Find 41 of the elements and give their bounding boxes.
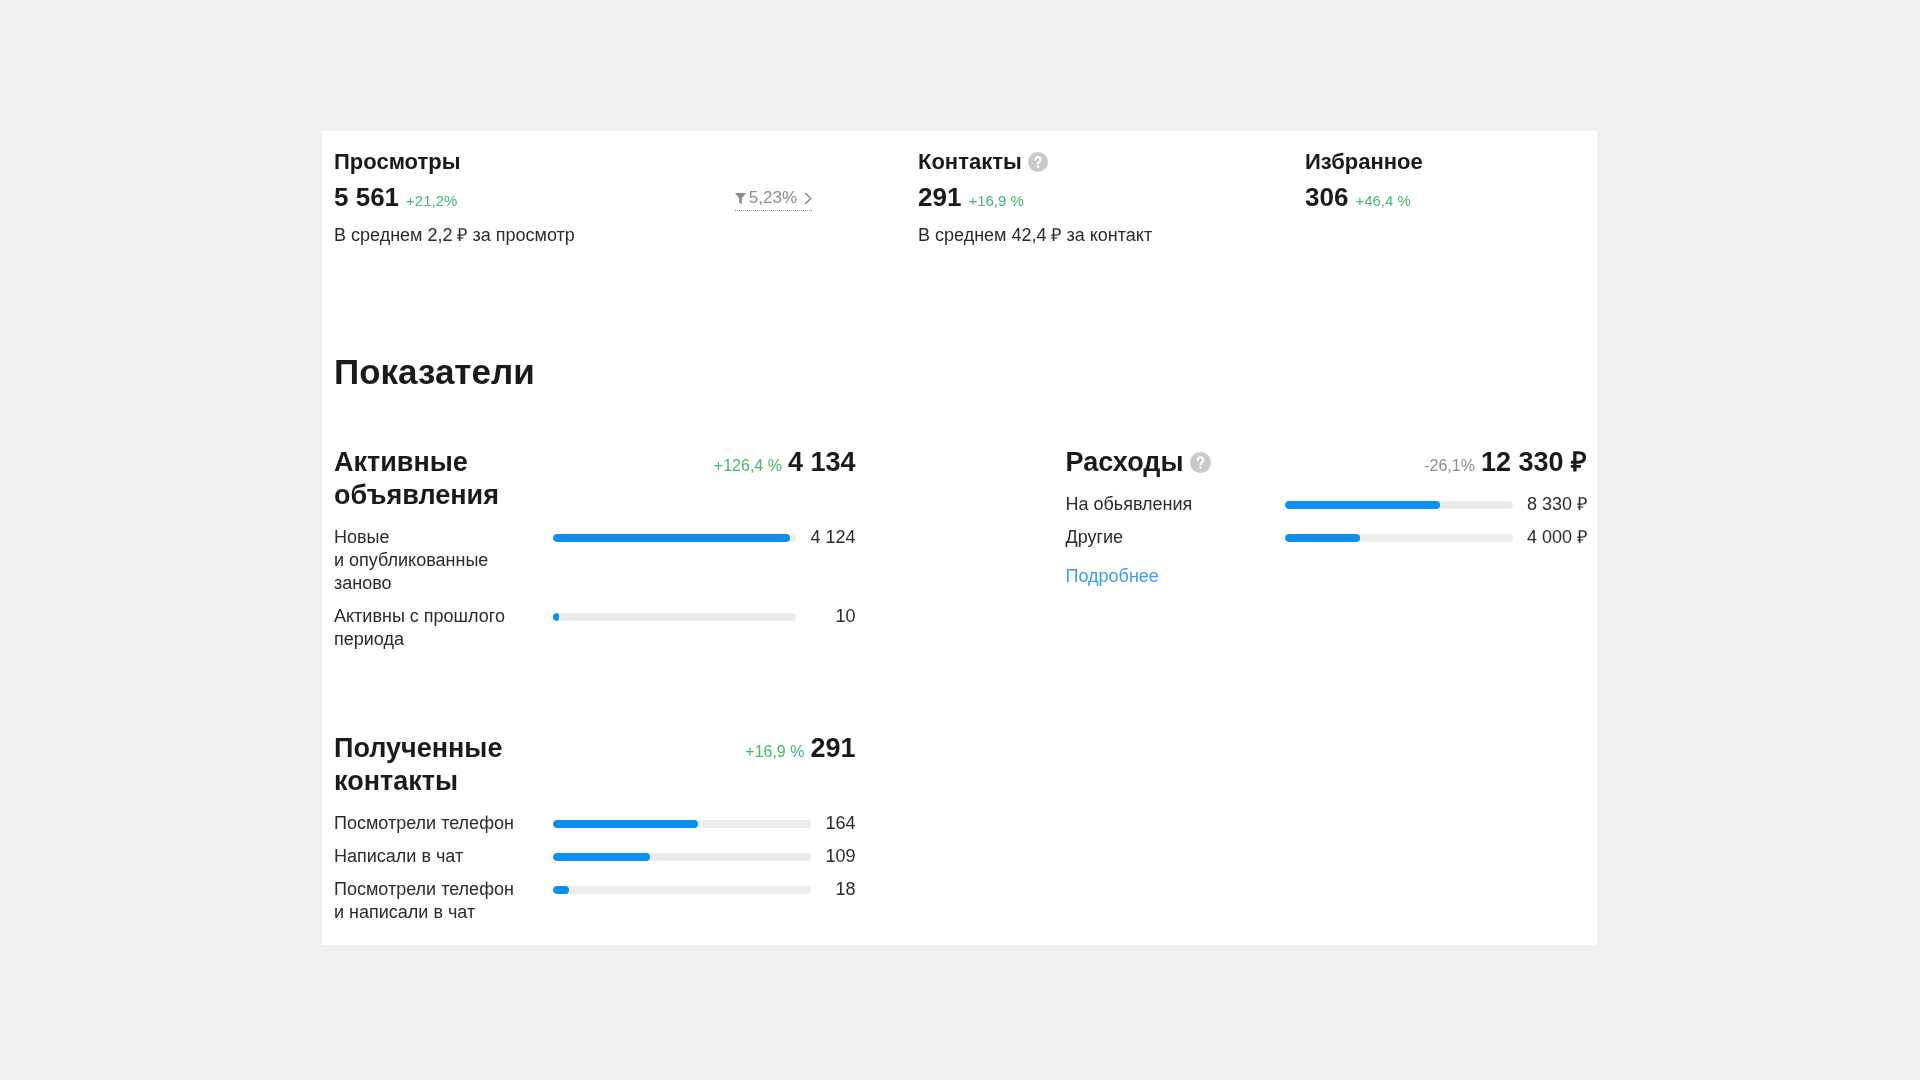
- row-label: На обьявления: [1065, 493, 1193, 516]
- conversion-button[interactable]: 5,23%: [734, 187, 812, 211]
- row-value: 4 000 ₽: [1526, 526, 1587, 549]
- metric-change: +46,4 %: [1355, 191, 1411, 211]
- chevron-icon: [804, 191, 812, 205]
- metric-value: 5 561: [334, 181, 400, 213]
- row-label: Другие: [1065, 526, 1124, 549]
- metric-title: Просмотры: [334, 149, 461, 175]
- row-value: 109: [825, 845, 856, 868]
- panel-change: +16,9 %: [745, 743, 805, 761]
- row-label: Посмотрели телефон и написали в чат: [334, 878, 515, 924]
- panel-title: Активные объявления: [334, 446, 500, 512]
- row-value: 164: [825, 812, 856, 835]
- panel-title: Полученные контакты: [334, 732, 504, 798]
- metric-title: Избранное: [1305, 149, 1423, 175]
- funnel-icon: [734, 192, 746, 204]
- metric-change: +16,9 %: [968, 191, 1024, 211]
- panel-title: Расходы: [1065, 446, 1184, 479]
- panel-change: +126,4 %: [713, 457, 782, 475]
- metric-change: +21,2%: [406, 191, 458, 211]
- panel-total: 12 330 ₽: [1480, 446, 1587, 479]
- help-icon[interactable]: [1189, 452, 1211, 473]
- help-icon[interactable]: [1027, 152, 1048, 172]
- metric-value: 306: [1305, 181, 1349, 213]
- panel-total: 291: [810, 732, 856, 765]
- row-value: 4 124: [810, 526, 856, 549]
- row-label: Активны с прошлого периода: [334, 605, 506, 651]
- details-link[interactable]: Подробнее: [1065, 565, 1159, 588]
- metric-title: Контакты: [918, 149, 1022, 175]
- row-label: Написали в чат: [334, 845, 464, 868]
- panel-total: 4 134: [787, 446, 856, 479]
- row-value: 10: [835, 605, 856, 628]
- row-label: Новые и опубликованные заново: [334, 526, 490, 595]
- metric-subtitle: В среднем 42,4 ₽ за контакт: [918, 224, 1154, 246]
- metric-subtitle: В среднем 2,2 ₽ за просмотр: [334, 224, 576, 246]
- row-label: Посмотрели телефон: [334, 812, 514, 835]
- metric-value: 291: [918, 181, 962, 213]
- section-heading: Показатели: [334, 351, 536, 393]
- row-value: 18: [835, 878, 856, 901]
- panel-change: -26,1%: [1424, 457, 1475, 475]
- row-value: 8 330 ₽: [1526, 493, 1587, 516]
